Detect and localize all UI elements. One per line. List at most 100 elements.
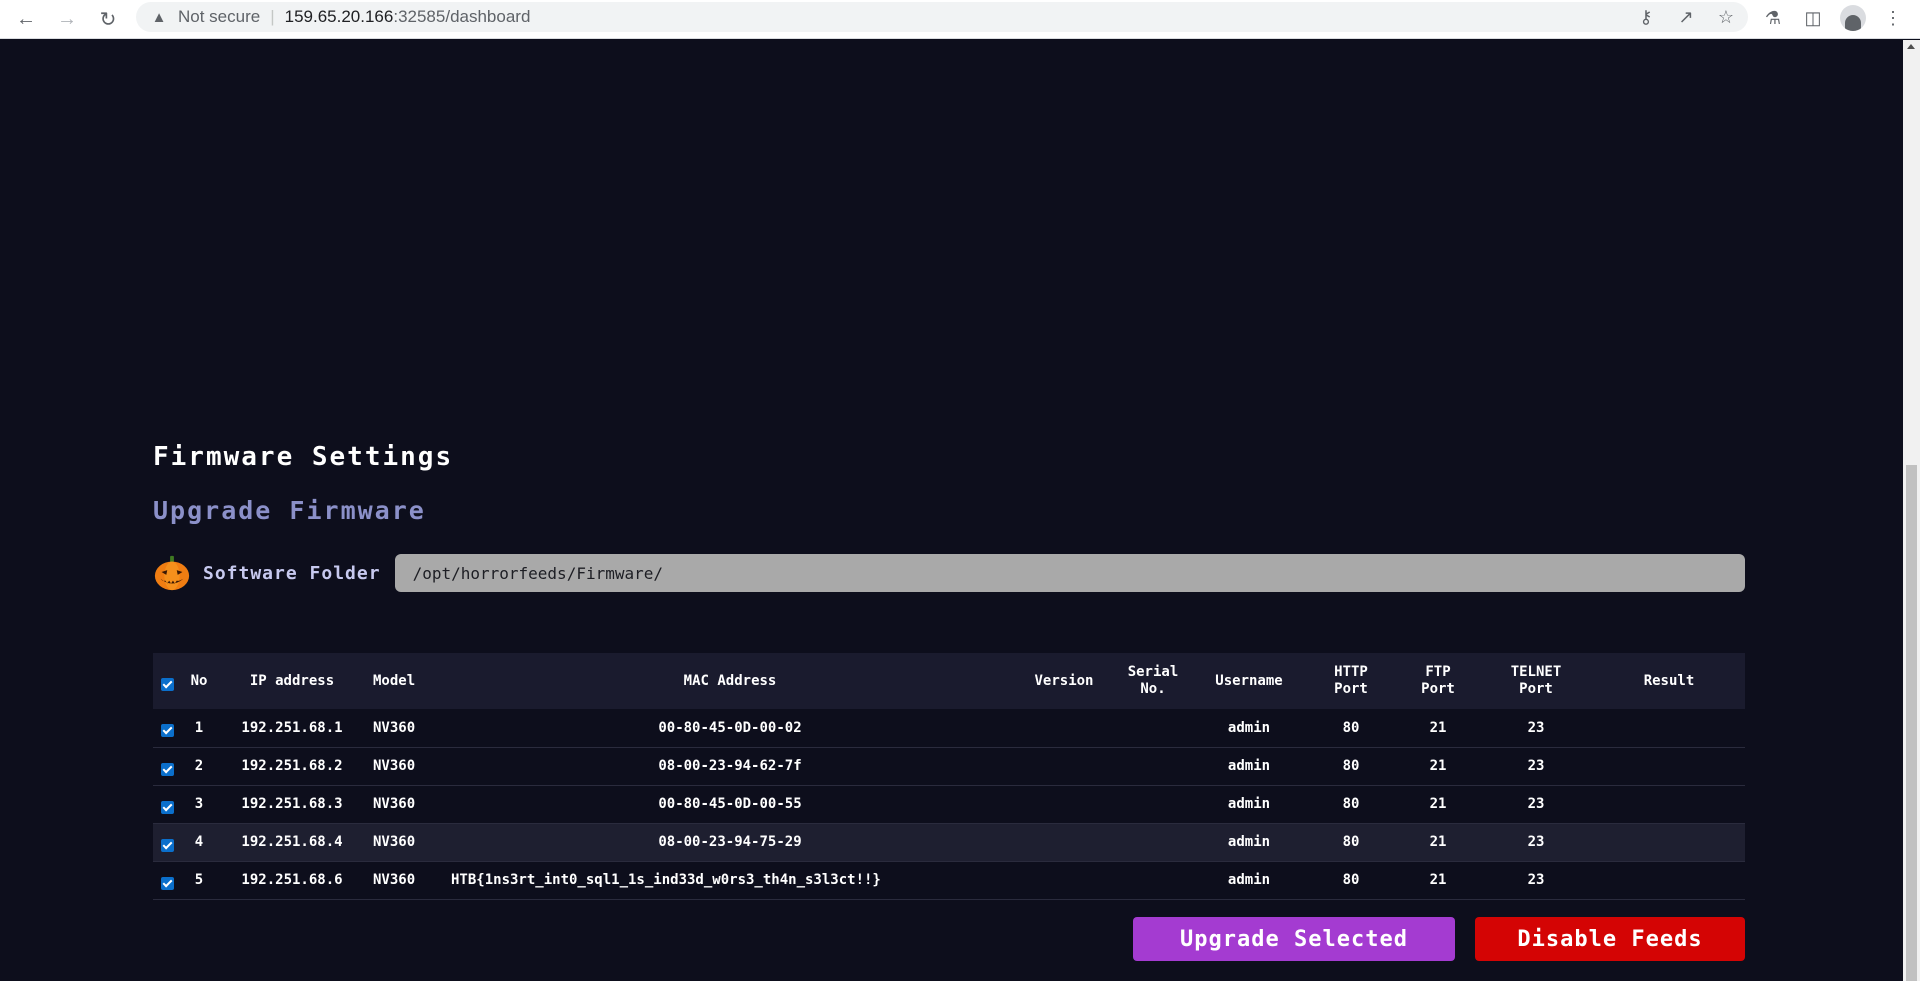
side-panel-icon[interactable]: ◫ xyxy=(1800,5,1826,31)
menu-icon[interactable]: ⋮ xyxy=(1880,5,1906,31)
cell-result xyxy=(1593,861,1745,899)
table-header-row: No IP address Model MAC Address Version … xyxy=(153,653,1745,709)
back-icon[interactable]: ← xyxy=(12,5,40,33)
cell-no: 4 xyxy=(194,834,204,850)
cell-ftp-port: 21 xyxy=(1429,719,1447,736)
security-label[interactable]: Not secure xyxy=(178,7,260,27)
cell-mac: 08-00-23-94-75-29 xyxy=(658,834,802,850)
section-title: Upgrade Firmware xyxy=(153,496,426,525)
cell-username: admin xyxy=(1227,872,1271,888)
browser-toolbar: ← → ↻ ▲ Not secure | 159.65.20.166:32585… xyxy=(0,0,1920,39)
cell-mac: 08-00-23-94-62-7f xyxy=(658,758,802,774)
header-no: No xyxy=(190,672,208,689)
table-row[interactable]: 4 192.251.68.4 NV360 08-00-23-94-75-29 a… xyxy=(153,823,1745,861)
cell-ip: 192.251.68.1 xyxy=(241,719,343,736)
cell-result xyxy=(1593,823,1745,861)
cell-result xyxy=(1593,747,1745,785)
devices-table: No IP address Model MAC Address Version … xyxy=(153,653,1745,900)
header-mac-address: MAC Address xyxy=(683,672,777,689)
cell-ftp-port: 21 xyxy=(1429,834,1447,850)
warning-icon[interactable]: ▲ xyxy=(150,8,168,26)
cell-ip: 192.251.68.3 xyxy=(241,796,343,812)
header-username: Username xyxy=(1215,672,1283,689)
cell-serial xyxy=(1113,861,1193,899)
header-http-port: HTTP Port xyxy=(1334,664,1368,697)
header-ftp-port: FTP Port xyxy=(1421,664,1455,697)
row-checkbox[interactable] xyxy=(160,762,174,776)
url-path[interactable]: :32585/dashboard xyxy=(393,7,530,27)
upgrade-selected-button[interactable]: Upgrade Selected xyxy=(1133,917,1455,961)
cell-telnet-port: 23 xyxy=(1527,872,1545,888)
software-folder-label: Software Folder xyxy=(203,562,381,584)
cell-version xyxy=(1015,709,1113,747)
cell-http-port: 80 xyxy=(1342,834,1360,850)
cell-version xyxy=(1015,785,1113,823)
cell-username: admin xyxy=(1227,719,1271,736)
address-bar[interactable]: ▲ Not secure | 159.65.20.166:32585/dashb… xyxy=(136,2,1748,32)
header-telnet-port: TELNET Port xyxy=(1510,664,1562,697)
cell-mac: 00-80-45-0D-00-02 xyxy=(658,719,802,736)
software-folder-input[interactable]: /opt/horrorfeeds/Firmware/ xyxy=(394,554,1745,592)
cell-model: NV360 xyxy=(373,719,416,736)
cell-username: admin xyxy=(1227,758,1271,774)
cell-ip: 192.251.68.6 xyxy=(241,872,343,888)
cell-mac: HTB{1ns3rt_int0_sql1_1s_ind33d_w0rs3_th4… xyxy=(451,872,881,888)
cell-http-port: 80 xyxy=(1342,872,1360,888)
cell-model: NV360 xyxy=(373,872,416,888)
scroll-thumb[interactable] xyxy=(1906,465,1917,981)
table-row[interactable]: 5 192.251.68.6 NV360 HTB{1ns3rt_int0_sql… xyxy=(153,861,1745,899)
cell-no: 5 xyxy=(194,872,204,888)
cell-serial xyxy=(1113,709,1193,747)
cell-no: 1 xyxy=(194,719,204,736)
cell-serial xyxy=(1113,823,1193,861)
table-row[interactable]: 2 192.251.68.2 NV360 08-00-23-94-62-7f a… xyxy=(153,747,1745,785)
cell-ip: 192.251.68.2 xyxy=(241,758,343,774)
share-icon[interactable]: ↗ xyxy=(1674,5,1698,29)
cell-version xyxy=(1015,823,1113,861)
row-checkbox[interactable] xyxy=(160,876,174,890)
table-row[interactable]: 3 192.251.68.3 NV360 00-80-45-0D-00-55 a… xyxy=(153,785,1745,823)
cell-ftp-port: 21 xyxy=(1429,872,1447,888)
disable-feeds-button[interactable]: Disable Feeds xyxy=(1475,917,1745,961)
cell-mac: 00-80-45-0D-00-55 xyxy=(658,796,802,812)
page-title: Firmware Settings xyxy=(153,442,454,472)
scroll-up-icon[interactable] xyxy=(1907,44,1915,49)
forward-icon[interactable]: → xyxy=(53,5,81,33)
cell-no: 3 xyxy=(194,796,204,812)
header-result: Result xyxy=(1643,672,1695,689)
labs-icon[interactable]: ⚗ xyxy=(1760,5,1786,31)
cell-no: 2 xyxy=(194,758,204,774)
header-serial-no: Serial No. xyxy=(1127,664,1179,697)
cell-serial xyxy=(1113,785,1193,823)
cell-telnet-port: 23 xyxy=(1527,758,1545,774)
pumpkin-icon xyxy=(154,555,190,591)
url-host[interactable]: 159.65.20.166 xyxy=(285,7,394,27)
page-scrollbar[interactable] xyxy=(1903,40,1920,981)
row-checkbox[interactable] xyxy=(160,838,174,852)
cell-serial xyxy=(1113,747,1193,785)
cell-http-port: 80 xyxy=(1342,719,1360,736)
cell-username: admin xyxy=(1227,834,1271,850)
key-icon[interactable]: ⚷ xyxy=(1634,5,1658,29)
row-checkbox[interactable] xyxy=(160,800,174,814)
profile-avatar[interactable] xyxy=(1840,5,1866,31)
header-version: Version xyxy=(1034,672,1094,689)
cell-telnet-port: 23 xyxy=(1527,796,1545,812)
cell-result xyxy=(1593,785,1745,823)
cell-ftp-port: 21 xyxy=(1429,758,1447,774)
row-checkbox[interactable] xyxy=(160,724,174,738)
cell-version xyxy=(1015,861,1113,899)
cell-model: NV360 xyxy=(373,758,416,774)
cell-result xyxy=(1593,709,1745,747)
cell-ip: 192.251.68.4 xyxy=(241,834,343,850)
cell-model: NV360 xyxy=(373,796,416,812)
cell-telnet-port: 23 xyxy=(1527,719,1545,736)
header-ip-address: IP address xyxy=(249,672,335,689)
header-model: Model xyxy=(373,672,416,689)
cell-telnet-port: 23 xyxy=(1527,834,1545,850)
cell-http-port: 80 xyxy=(1342,796,1360,812)
select-all-checkbox[interactable] xyxy=(160,677,174,691)
table-row[interactable]: 1 192.251.68.1 NV360 00-80-45-0D-00-02 a… xyxy=(153,709,1745,747)
star-icon[interactable]: ☆ xyxy=(1714,5,1738,29)
reload-icon[interactable]: ↻ xyxy=(94,5,122,33)
